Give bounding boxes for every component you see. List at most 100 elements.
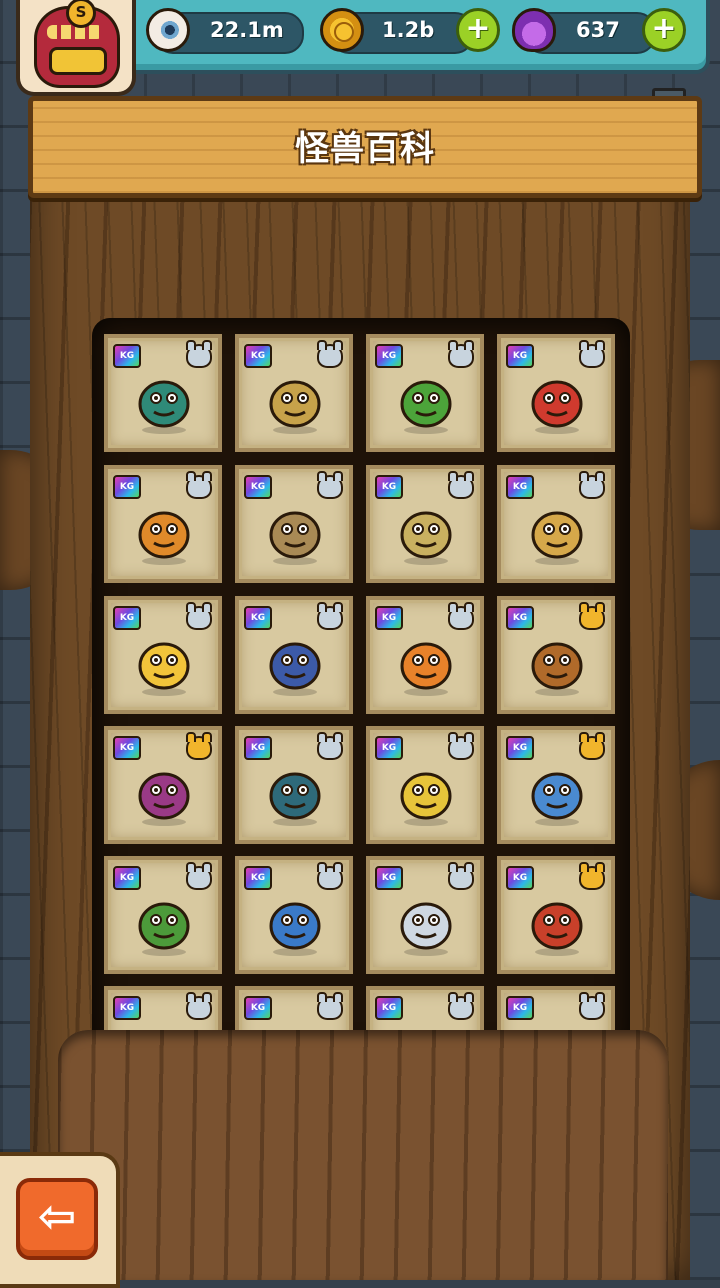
potions-count: 637 [576, 18, 620, 42]
sprout-yeti-icon [523, 497, 591, 567]
monster-grid[interactable]: KG KG KG KG KG KG KG KG KG KG KG KG KG KG KG KG KG KG KG KG… [104, 334, 618, 1044]
silver-horn-icon [186, 992, 212, 1020]
kg-weight-icon: KG [506, 866, 534, 890]
red-dino-icon [523, 888, 591, 958]
title-sign: 怪兽百科 [28, 96, 702, 198]
burlap-sack-icon [261, 497, 329, 567]
monster-card-two-headed-bird[interactable]: KG [104, 334, 222, 452]
avatar-mouth [49, 47, 107, 75]
kg-weight-icon: KG [506, 606, 534, 630]
kg-weight-icon: KG [113, 344, 141, 368]
king-skeleton-icon [392, 497, 460, 567]
kg-weight-icon: KG [113, 736, 141, 760]
monster-card-white-yeti[interactable]: KG [366, 856, 484, 974]
monster-card-wheat-bundle[interactable]: KG [235, 334, 353, 452]
blue-crab-icon [261, 888, 329, 958]
silver-horn-icon [448, 732, 474, 760]
kg-weight-icon: KG [375, 866, 403, 890]
monster-card-lettuce[interactable]: KG [366, 334, 484, 452]
silver-horn-icon [317, 732, 343, 760]
silver-horn-icon [186, 471, 212, 499]
silver-horn-icon [317, 862, 343, 890]
silver-horn-icon [317, 602, 343, 630]
silver-horn-icon [579, 340, 605, 368]
mandrake-icon [130, 888, 198, 958]
add-potions-button[interactable]: + [642, 8, 686, 52]
kg-weight-icon: KG [113, 475, 141, 499]
monster-card-pumpkin-cat[interactable]: KG [366, 596, 484, 714]
kg-weight-icon: KG [113, 866, 141, 890]
monster-card-burlap-sack[interactable]: KG [235, 465, 353, 583]
horned-beast-icon [523, 628, 591, 698]
monster-card-sprout-yeti[interactable]: KG [497, 465, 615, 583]
kg-weight-icon: KG [506, 736, 534, 760]
two-headed-bird-icon [130, 366, 198, 436]
monster-card-horned-beast[interactable]: KG [497, 596, 615, 714]
gold-horn-icon [579, 602, 605, 630]
kg-weight-icon: KG [244, 344, 272, 368]
pig-donkey-icon [261, 628, 329, 698]
kg-weight-icon: KG [375, 996, 403, 1020]
monster-card-strawberry-toad[interactable]: KG [497, 334, 615, 452]
silver-horn-icon [448, 602, 474, 630]
eyeball-icon [146, 8, 190, 52]
kg-weight-icon: KG [244, 475, 272, 499]
silver-horn-icon [448, 992, 474, 1020]
gold-horn-icon [186, 732, 212, 760]
silver-horn-icon [186, 862, 212, 890]
monster-card-red-dino[interactable]: KG [497, 856, 615, 974]
monster-card-mushroom-dog[interactable]: KG [104, 465, 222, 583]
gold-horn-icon [579, 862, 605, 890]
monster-card-mandrake[interactable]: KG [104, 856, 222, 974]
milk-snail-icon [523, 758, 591, 828]
banana-octopus-icon [392, 758, 460, 828]
monster-card-pig-donkey[interactable]: KG [235, 596, 353, 714]
potion-icon [512, 8, 556, 52]
monster-card-banana-octopus[interactable]: KG [366, 726, 484, 844]
kg-weight-icon: KG [113, 996, 141, 1020]
lettuce-icon [392, 366, 460, 436]
monster-card-dandelion-tree[interactable]: KG [235, 726, 353, 844]
silver-horn-icon [317, 992, 343, 1020]
kg-weight-icon: KG [244, 996, 272, 1020]
monster-card-onion-plant[interactable]: KG [104, 726, 222, 844]
kg-weight-icon: KG [506, 996, 534, 1020]
onion-plant-icon [130, 758, 198, 828]
kg-weight-icon: KG [506, 344, 534, 368]
chick-egg-icon [130, 628, 198, 698]
silver-horn-icon [579, 992, 605, 1020]
silver-horn-icon [317, 471, 343, 499]
player-avatar[interactable]: S [16, 0, 136, 96]
kg-weight-icon: KG [244, 736, 272, 760]
mushroom-dog-icon [130, 497, 198, 567]
kg-weight-icon: KG [113, 606, 141, 630]
kg-weight-icon: KG [375, 736, 403, 760]
monster-card-blue-crab[interactable]: KG [235, 856, 353, 974]
silver-horn-icon [448, 340, 474, 368]
resource-bar: 22.1m 1.2b + 637 + [120, 0, 710, 74]
back-button[interactable]: ⇦ [16, 1178, 98, 1260]
monster-card-chick-egg[interactable]: KG [104, 596, 222, 714]
silver-horn-icon [579, 471, 605, 499]
dandelion-tree-icon [261, 758, 329, 828]
trunk-lip [58, 1030, 668, 1280]
wheat-bundle-icon [261, 366, 329, 436]
coin-icon [320, 8, 364, 52]
strawberry-toad-icon [523, 366, 591, 436]
eyes-count: 22.1m [210, 18, 284, 42]
page-title: 怪兽百科 [295, 129, 435, 169]
pumpkin-cat-icon [392, 628, 460, 698]
kg-weight-icon: KG [244, 606, 272, 630]
monster-card-milk-snail[interactable]: KG [497, 726, 615, 844]
silver-horn-icon [186, 340, 212, 368]
kg-weight-icon: KG [375, 606, 403, 630]
silver-horn-icon [448, 471, 474, 499]
silver-horn-icon [186, 602, 212, 630]
kg-weight-icon: KG [506, 475, 534, 499]
add-coins-button[interactable]: + [456, 8, 500, 52]
silver-horn-icon [317, 340, 343, 368]
gold-horn-icon [579, 732, 605, 760]
kg-weight-icon: KG [375, 344, 403, 368]
silver-horn-icon [448, 862, 474, 890]
monster-card-king-skeleton[interactable]: KG [366, 465, 484, 583]
